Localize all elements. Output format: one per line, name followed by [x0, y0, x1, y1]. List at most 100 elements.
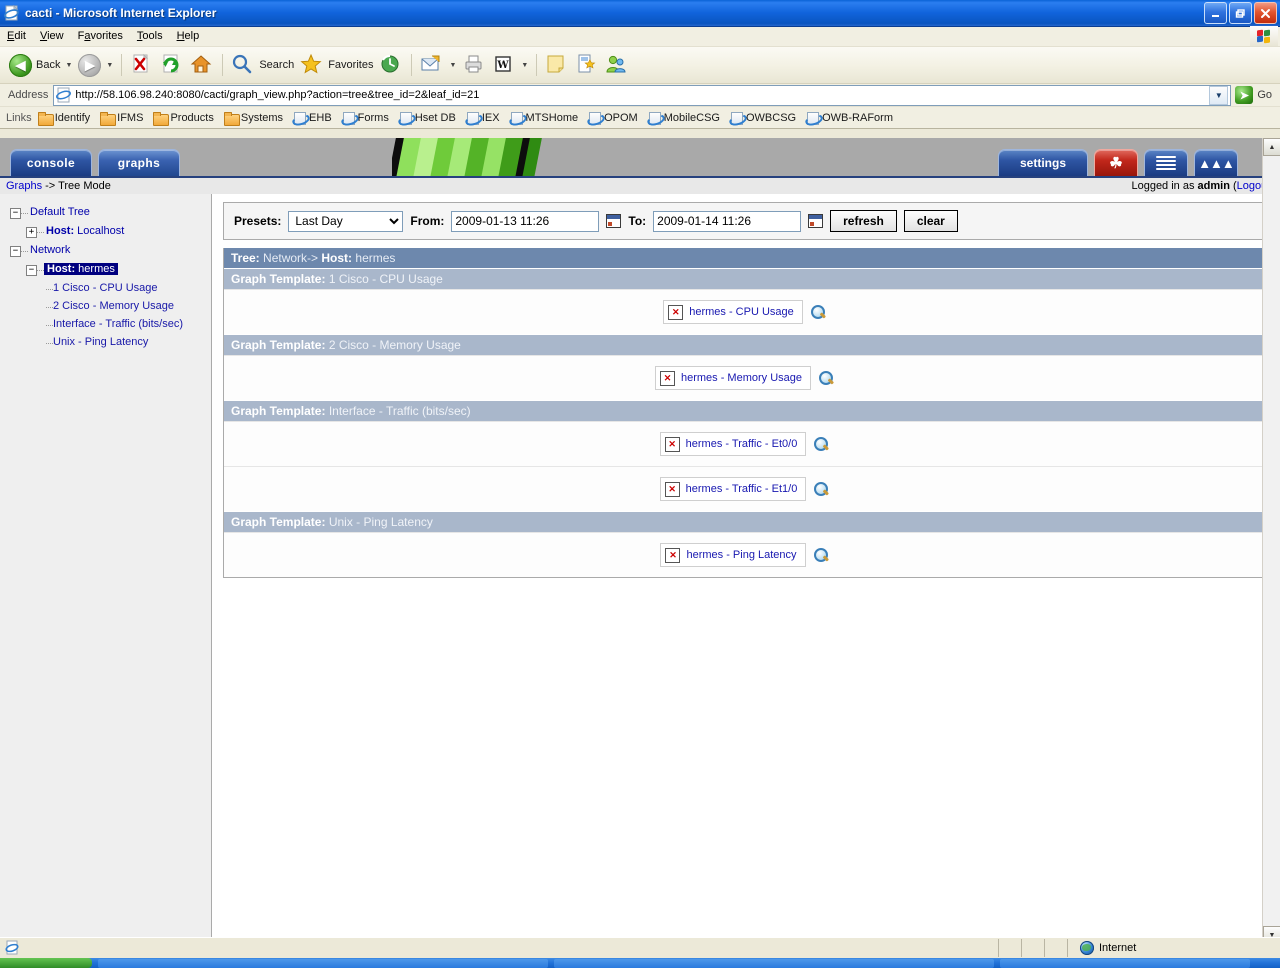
ie-page-icon	[466, 111, 479, 125]
tree-connector	[46, 343, 53, 345]
tree-leaf-cpu-usage[interactable]: 1 Cisco - CPU Usage	[0, 282, 211, 294]
close-button[interactable]	[1254, 2, 1277, 24]
calendar-icon-from[interactable]	[606, 214, 622, 228]
presets-select[interactable]: Last Day	[288, 210, 404, 232]
menu-help[interactable]: Help	[170, 29, 207, 44]
to-date-input[interactable]	[653, 210, 802, 232]
home-icon	[190, 53, 214, 77]
tab-settings[interactable]: settings	[998, 149, 1088, 176]
broken-graph-image[interactable]: ✕ hermes - Memory Usage	[654, 366, 812, 390]
tree-node-network[interactable]: − Network	[0, 244, 211, 257]
tab-preview-view[interactable]: ▲▲▲	[1194, 149, 1238, 176]
refresh-button[interactable]: refresh	[830, 210, 897, 232]
mail-button[interactable]: ▼	[417, 50, 459, 80]
link-owbcsg[interactable]: OWBCSG	[730, 111, 796, 125]
address-input[interactable]: http://58.106.98.240:8080/cacti/graph_vi…	[53, 84, 1232, 106]
link-label: Identify	[54, 111, 91, 124]
tab-graphs[interactable]: graphs	[98, 149, 180, 176]
graph-row: ✕ hermes - Traffic - Et0/0	[224, 421, 1265, 466]
favorites-button[interactable]: Favorites	[297, 50, 376, 80]
print-button[interactable]	[459, 50, 489, 80]
address-dropdown-icon[interactable]: ▼	[1209, 85, 1229, 105]
messenger-icon	[605, 53, 629, 77]
broken-graph-image[interactable]: ✕ hermes - Traffic - Et0/0	[659, 432, 807, 456]
collapse-toggle-icon[interactable]: −	[26, 265, 37, 276]
magnifier-icon[interactable]	[813, 547, 829, 563]
tab-tree-view[interactable]: ☘	[1094, 149, 1138, 176]
expand-toggle-icon[interactable]: +	[26, 227, 37, 238]
menu-edit[interactable]: Edit	[0, 29, 33, 44]
messenger-button[interactable]	[602, 50, 632, 80]
scroll-up-button[interactable]: ▲	[1263, 138, 1280, 156]
status-bar: Internet	[0, 937, 1280, 958]
magnifier-icon[interactable]	[819, 370, 834, 386]
link-opom[interactable]: OPOM	[588, 111, 638, 125]
tab-console[interactable]: console	[10, 149, 92, 176]
tree-leaf-ping-latency[interactable]: Unix - Ping Latency	[0, 336, 211, 348]
tree-header-row: Tree: Network-> Host: hermes	[224, 248, 1265, 268]
taskbar-item[interactable]	[554, 958, 994, 968]
link-identify[interactable]: Identify	[37, 111, 91, 126]
status-cell	[998, 939, 1021, 957]
link-ifms[interactable]: IFMS	[100, 111, 143, 126]
broken-graph-image[interactable]: ✕ hermes - CPU Usage	[663, 300, 803, 324]
back-button[interactable]: ◀ Back ▼	[6, 50, 75, 80]
magnifier-icon[interactable]	[814, 436, 829, 452]
broken-graph-image[interactable]: ✕ hermes - Ping Latency	[660, 543, 806, 567]
collapse-toggle-icon[interactable]: −	[10, 246, 21, 257]
tree-node-default-tree[interactable]: − Default Tree	[0, 206, 211, 219]
link-mobilecsg[interactable]: MobileCSG	[648, 111, 720, 125]
link-iex[interactable]: IEX	[466, 111, 500, 125]
tree-leaf-interface-traffic[interactable]: Interface - Traffic (bits/sec)	[0, 318, 196, 330]
tree-node-host-hermes[interactable]: − Host: hermes	[0, 263, 211, 276]
taskbar-item[interactable]	[1000, 958, 1250, 968]
page-scrollbar[interactable]: ▲ ▼	[1262, 138, 1280, 944]
broken-graph-image[interactable]: ✕ hermes - Traffic - Et1/0	[659, 477, 807, 501]
menu-tools[interactable]: Tools	[130, 29, 170, 44]
refresh-button[interactable]	[157, 50, 187, 80]
start-button[interactable]	[0, 958, 92, 968]
edit-word-button[interactable]: W ▼	[489, 50, 531, 80]
link-owb-raform[interactable]: OWB-RAForm	[806, 111, 893, 125]
go-button[interactable]: ➤ Go	[1231, 86, 1278, 104]
link-mtshome[interactable]: MTSHome	[510, 111, 578, 125]
taskbar-item[interactable]	[98, 958, 548, 968]
link-systems[interactable]: Systems	[223, 111, 283, 126]
forward-button[interactable]: ▶ ▼	[75, 50, 116, 80]
tree-leaf-memory-usage[interactable]: 2 Cisco - Memory Usage	[0, 300, 211, 312]
breadcrumb-rest: -> Tree Mode	[42, 180, 111, 192]
ie-page-icon	[588, 111, 602, 125]
history-button[interactable]	[376, 50, 406, 80]
forward-dropdown-icon[interactable]: ▼	[106, 62, 113, 69]
breadcrumb-graphs-link[interactable]: Graphs	[6, 180, 42, 192]
restore-button[interactable]	[1229, 2, 1252, 24]
menu-view[interactable]: View	[33, 29, 71, 44]
from-date-input[interactable]	[451, 210, 600, 232]
link-forms[interactable]: Forms	[342, 111, 389, 125]
edit-dropdown-icon[interactable]: ▼	[521, 62, 528, 69]
magnifier-icon[interactable]	[810, 304, 826, 320]
calendar-icon-to[interactable]	[808, 214, 824, 228]
tree-node-host-localhost[interactable]: + Host: Localhost	[0, 225, 211, 238]
toolbar-separator	[121, 54, 123, 76]
minimize-button[interactable]	[1204, 2, 1227, 24]
research-button[interactable]	[572, 50, 602, 80]
tab-list-view[interactable]	[1144, 149, 1188, 176]
search-button[interactable]: Search	[228, 50, 297, 80]
graph-row: ✕ hermes - Traffic - Et1/0	[224, 466, 1265, 511]
clear-button[interactable]: clear	[903, 210, 958, 232]
link-products[interactable]: Products	[153, 111, 214, 126]
link-hset-db[interactable]: Hset DB	[399, 111, 456, 125]
home-button[interactable]	[187, 50, 217, 80]
menu-favorites[interactable]: Favorites	[71, 29, 130, 44]
magnifier-icon[interactable]	[814, 481, 829, 497]
link-ehb[interactable]: EHB	[293, 111, 332, 125]
mail-dropdown-icon[interactable]: ▼	[449, 62, 456, 69]
collapse-toggle-icon[interactable]: −	[10, 208, 21, 219]
mountains-icon: ▲▲▲	[1198, 155, 1235, 171]
graph-alt-text: hermes - Memory Usage	[680, 372, 803, 384]
back-dropdown-icon[interactable]: ▼	[65, 62, 72, 69]
research-icon	[575, 53, 599, 77]
notes-button[interactable]	[542, 50, 572, 80]
stop-button[interactable]	[127, 50, 157, 80]
